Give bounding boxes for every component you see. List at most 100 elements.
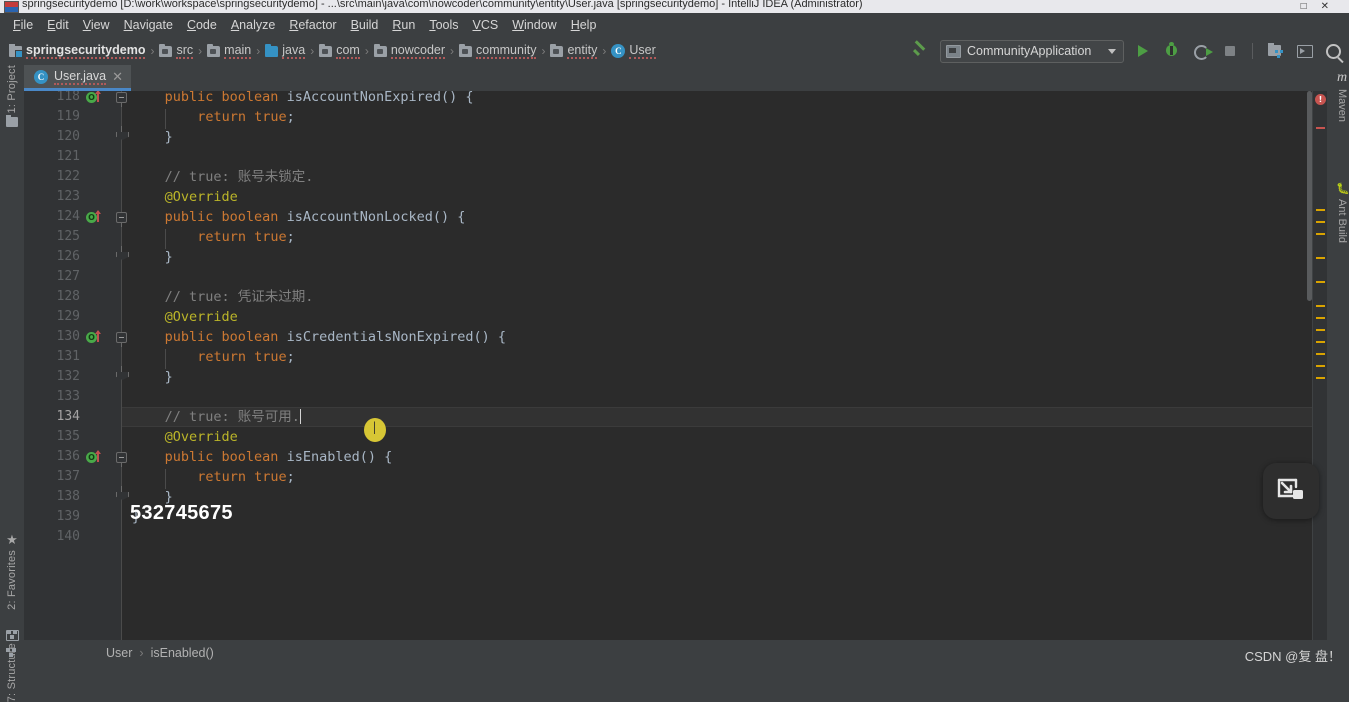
error-stripe-mark[interactable]: [1316, 221, 1325, 223]
code-line[interactable]: 125 return true;: [24, 227, 1313, 249]
nav-crumb-nowcoder[interactable]: nowcoder: [371, 41, 448, 61]
menu-item-tools[interactable]: Tools: [422, 16, 465, 34]
search-everywhere-button[interactable]: [1323, 41, 1343, 61]
nav-crumb-java[interactable]: java: [262, 41, 308, 61]
menu-item-code[interactable]: Code: [180, 16, 224, 34]
menu-item-run[interactable]: Run: [385, 16, 422, 34]
error-stripe-mark[interactable]: [1316, 365, 1325, 367]
breadcrumb-separator: ›: [150, 44, 155, 58]
code-fold-region-end-icon[interactable]: [116, 486, 127, 501]
code-line[interactable]: 140: [24, 527, 1313, 547]
code-line[interactable]: 130 Opublic boolean isCredentialsNonExpir…: [24, 327, 1313, 347]
line-number: 137: [56, 469, 80, 484]
code-fold-collapse-icon[interactable]: [116, 332, 127, 347]
sidebar-item-maven[interactable]: m Maven: [1336, 71, 1348, 123]
chevron-down-icon[interactable]: [1108, 48, 1116, 54]
code-fold-region-end-icon[interactable]: [116, 246, 127, 261]
toggle-panel-button[interactable]: [1294, 41, 1314, 61]
run-configuration-selector[interactable]: CommunityApplication: [940, 39, 1124, 63]
code-line[interactable]: 121: [24, 147, 1313, 167]
text-cursor-icon: I: [372, 419, 378, 439]
menu-item-analyze[interactable]: Analyze: [224, 16, 282, 34]
overriding-method-gutter-icon[interactable]: O: [86, 91, 101, 103]
code-editor[interactable]: 118 Opublic boolean isAccountNonExpired()…: [24, 91, 1327, 640]
code-fold-collapse-icon[interactable]: [116, 212, 127, 227]
code-line[interactable]: 135 @Override: [24, 427, 1313, 447]
maximize-icon[interactable]: □: [1301, 1, 1321, 12]
menu-item-refactor[interactable]: Refactor: [282, 16, 343, 34]
breadcrumb-item-isenabled-[interactable]: isEnabled(): [151, 646, 214, 660]
error-stripe-mark[interactable]: [1316, 233, 1325, 235]
code-line[interactable]: 120}: [24, 126, 1313, 147]
error-stripe-mark[interactable]: [1316, 329, 1325, 331]
menu-item-window[interactable]: Window: [505, 16, 563, 34]
code-line[interactable]: 136 Opublic boolean isEnabled() {: [24, 447, 1313, 467]
overriding-method-gutter-icon[interactable]: O: [86, 330, 101, 343]
error-stripe[interactable]: !: [1312, 91, 1327, 640]
code-line[interactable]: 132}: [24, 366, 1313, 387]
error-stripe-mark[interactable]: [1316, 257, 1325, 259]
run-button[interactable]: [1133, 41, 1153, 61]
code-line[interactable]: 133: [24, 387, 1313, 407]
menu-item-file[interactable]: File: [6, 16, 40, 34]
menu-item-edit[interactable]: Edit: [40, 16, 76, 34]
editor-tab-user-java[interactable]: C User.java ✕: [24, 65, 132, 91]
close-icon[interactable]: ✕: [1321, 1, 1343, 12]
code-line[interactable]: 123 @Override: [24, 187, 1313, 207]
restore-overlay-widget[interactable]: [1263, 463, 1319, 519]
code-line[interactable]: 119 return true;: [24, 107, 1313, 129]
terminal-tool-icon[interactable]: [6, 630, 19, 641]
search-icon: [1326, 44, 1341, 59]
nav-crumb-src[interactable]: src: [156, 41, 196, 61]
run-with-coverage-button[interactable]: [1191, 41, 1213, 61]
project-structure-button[interactable]: [1265, 41, 1285, 61]
debug-button[interactable]: [1162, 41, 1182, 61]
code-line[interactable]: 127: [24, 267, 1313, 287]
nav-crumb-main[interactable]: main: [204, 41, 254, 61]
code-fold-region-end-icon[interactable]: [116, 126, 127, 141]
build-hammer-button[interactable]: [911, 41, 931, 61]
sidebar-item-favorites[interactable]: 2: Favorites ★: [0, 533, 24, 610]
menu-item-navigate[interactable]: Navigate: [117, 16, 180, 34]
error-stripe-mark[interactable]: [1316, 377, 1325, 379]
nav-crumb-community[interactable]: community: [456, 41, 539, 61]
error-stripe-mark[interactable]: [1316, 341, 1325, 343]
code-fold-collapse-icon[interactable]: [116, 92, 127, 107]
menu-item-view[interactable]: View: [76, 16, 117, 34]
window-controls[interactable]: □✕: [1301, 0, 1343, 13]
code-line[interactable]: 126}: [24, 246, 1313, 267]
error-stripe-mark[interactable]: [1316, 317, 1325, 319]
overriding-method-gutter-icon[interactable]: O: [86, 210, 101, 223]
error-stripe-mark[interactable]: [1316, 281, 1325, 283]
editor-scrollbar-thumb[interactable]: [1307, 91, 1312, 301]
code-line[interactable]: 122 // true: 账号未锁定.: [24, 167, 1313, 187]
nav-crumb-entity[interactable]: entity: [547, 41, 600, 61]
code-line[interactable]: 134 // true: 账号可用.: [24, 407, 1327, 427]
code-line[interactable]: 131 return true;: [24, 347, 1313, 369]
code-line[interactable]: 124 Opublic boolean isAccountNonLocked() …: [24, 207, 1313, 227]
error-count-badge[interactable]: !: [1315, 94, 1326, 105]
error-stripe-mark[interactable]: [1316, 353, 1325, 355]
error-stripe-mark[interactable]: [1316, 305, 1325, 307]
error-stripe-mark[interactable]: [1316, 209, 1325, 211]
sidebar-item-project[interactable]: 1: Project: [0, 65, 24, 128]
nav-crumb-springsecuritydemo[interactable]: springsecuritydemo: [6, 41, 148, 61]
code-fold-region-end-icon[interactable]: [116, 366, 127, 381]
breadcrumb-item-user[interactable]: User: [106, 646, 132, 660]
menu-item-help[interactable]: Help: [564, 16, 604, 34]
menu-item-build[interactable]: Build: [344, 16, 386, 34]
nav-crumb-user[interactable]: C User: [608, 41, 658, 61]
close-icon[interactable]: ✕: [112, 70, 123, 83]
code-fold-collapse-icon[interactable]: [116, 452, 127, 467]
code-line[interactable]: 129 @Override: [24, 307, 1313, 327]
error-stripe-mark[interactable]: [1316, 127, 1325, 129]
code-line[interactable]: 118 Opublic boolean isAccountNonExpired()…: [24, 91, 1313, 107]
code-line[interactable]: 128 // true: 凭证未过期.: [24, 287, 1313, 307]
menu-item-vcs[interactable]: VCS: [466, 16, 506, 34]
overriding-method-gutter-icon[interactable]: O: [86, 450, 101, 463]
sidebar-item-ant-build[interactable]: 🐛 Ant Build: [1336, 183, 1349, 243]
structure-grid-icon[interactable]: [6, 648, 18, 659]
stop-button[interactable]: [1220, 41, 1240, 61]
code-line[interactable]: 137 return true;: [24, 467, 1313, 489]
nav-crumb-com[interactable]: com: [316, 41, 363, 61]
